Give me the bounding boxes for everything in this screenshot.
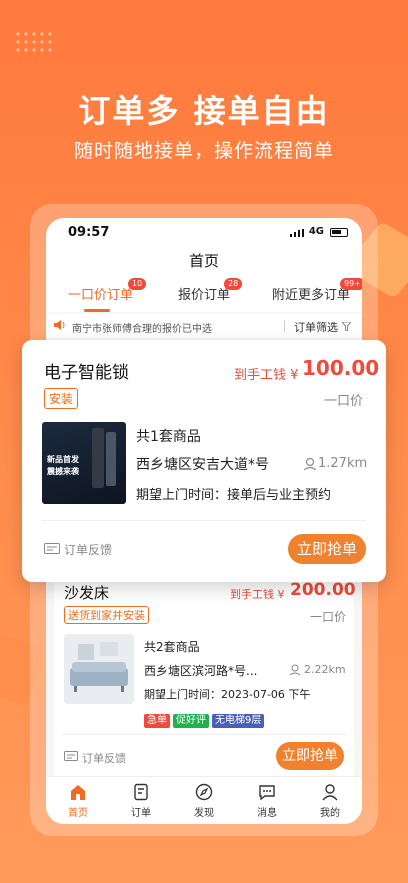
tab-underline <box>84 309 110 312</box>
order-labels: 急单 促好评 无电梯9层 <box>144 708 267 728</box>
signal-icon <box>290 229 304 237</box>
order-icon <box>134 783 148 801</box>
order-title: 沙发床 <box>64 584 110 602</box>
address: 西乡塘区滨河路*号... <box>144 664 258 678</box>
feedback-icon <box>44 543 60 554</box>
tabbar-label: 消息 <box>257 808 277 819</box>
tabbar-label: 发现 <box>194 808 214 819</box>
grab-order-button[interactable]: 立即抢单 <box>276 742 344 770</box>
user-icon <box>322 784 338 801</box>
tab-fixed-price[interactable]: 一口价订单 10 <box>68 278 147 303</box>
tabbar-orders[interactable]: 订单 <box>121 783 161 819</box>
lock-shape <box>92 428 104 488</box>
feedback-icon <box>64 751 78 761</box>
tab-nearby[interactable]: 附近更多订单 99+ <box>272 278 362 303</box>
goods-count: 共2套商品 <box>144 640 200 654</box>
order-card-sofa[interactable]: 沙发床 到手工钱 ¥ 200.00 送货到家并安装 一口价 共2套商品 西乡塘区… <box>54 570 356 780</box>
floor-label: 无电梯9层 <box>212 714 265 728</box>
tab-quote[interactable]: 报价订单 28 <box>178 278 243 303</box>
tab-badge: 28 <box>224 278 243 290</box>
smart-lock-image: 新品首发 震撼来袭 <box>42 422 126 504</box>
feedback-label[interactable]: 订单反馈 <box>64 541 112 558</box>
goods-count: 共1套商品 <box>136 429 201 445</box>
divider <box>284 320 285 332</box>
service-tag: 送货到家并安装 <box>64 606 149 624</box>
tab-label: 附近更多订单 <box>272 288 351 303</box>
location-icon <box>304 457 316 470</box>
page-title: 首页 <box>46 246 362 276</box>
location-icon <box>290 664 300 675</box>
order-filter-button[interactable]: 订单筛选 <box>294 319 352 335</box>
divider <box>42 520 366 521</box>
grab-order-button[interactable]: 立即抢单 <box>288 534 366 564</box>
feedback-label[interactable]: 订单反馈 <box>82 750 126 766</box>
filter-label: 订单筛选 <box>294 321 338 334</box>
status-bar: 09:57 4G <box>46 218 362 246</box>
pay-label: 到手工钱 ¥ <box>230 588 285 601</box>
pay-amount: 200.00 <box>290 580 356 600</box>
address: 西乡塘区安吉大道*号 <box>136 457 269 473</box>
speaker-icon <box>54 320 65 330</box>
tabbar-label: 订单 <box>131 808 151 819</box>
pay-label: 到手工钱 ¥ <box>234 368 299 383</box>
distance: 2.22km <box>304 663 346 676</box>
image-text: 新品首发 <box>47 455 79 464</box>
urgent-label: 急单 <box>144 714 170 728</box>
tabbar-messages[interactable]: 消息 <box>247 783 287 819</box>
distance: 1.27km <box>318 456 368 471</box>
decor-dots <box>14 30 54 54</box>
hero-subtitle: 随时随地接单，操作流程简单 <box>73 140 334 162</box>
tab-badge: 99+ <box>340 278 362 290</box>
price-type: 一口价 <box>310 610 347 624</box>
tabbar-label: 我的 <box>320 808 340 819</box>
status-time: 09:57 <box>68 225 110 240</box>
tab-label: 一口价订单 <box>68 288 134 303</box>
divider <box>62 734 346 735</box>
service-tag: 安装 <box>44 388 79 409</box>
filter-icon <box>340 321 352 332</box>
lock-shape <box>106 432 116 486</box>
tabbar-profile[interactable]: 我的 <box>310 783 350 819</box>
notice-bar: 南宁市张师傅合理的报价已中选 订单筛选 <box>46 314 362 338</box>
expect-time: 期望上门时间：接单后与业主预约 <box>136 488 332 503</box>
pay-amount: 100.00 <box>302 356 380 380</box>
tab-badge: 10 <box>128 278 147 290</box>
compass-icon <box>195 783 213 801</box>
network-label: 4G <box>308 226 324 237</box>
message-icon <box>259 785 275 801</box>
notice-text: 南宁市张师傅合理的报价已中选 <box>72 324 212 335</box>
sofa-image <box>64 634 134 704</box>
bottom-tabbar: 首页 订单 发现 消息 我的 <box>46 776 362 824</box>
tabbar-home[interactable]: 首页 <box>58 783 98 819</box>
order-card-smart-lock[interactable]: 电子智能锁 到手工钱 ¥ 100.00 安装 一口价 新品首发 震撼来袭 共1套… <box>22 340 386 582</box>
tabbar-label: 首页 <box>68 808 88 819</box>
battery-icon <box>330 228 348 237</box>
image-text: 震撼来袭 <box>47 467 79 476</box>
tabbar-discover[interactable]: 发现 <box>184 783 224 819</box>
hero-title: 订单多 接单自由 <box>78 92 330 130</box>
review-label: 促好评 <box>173 714 209 728</box>
home-icon <box>71 785 85 800</box>
order-tabs: 一口价订单 10 报价订单 28 附近更多订单 99+ <box>46 276 362 312</box>
order-title: 电子智能锁 <box>44 363 129 383</box>
tab-label: 报价订单 <box>178 288 231 303</box>
expect-time: 期望上门时间：2023-07-06 下午 <box>144 688 311 701</box>
price-type: 一口价 <box>324 394 364 409</box>
